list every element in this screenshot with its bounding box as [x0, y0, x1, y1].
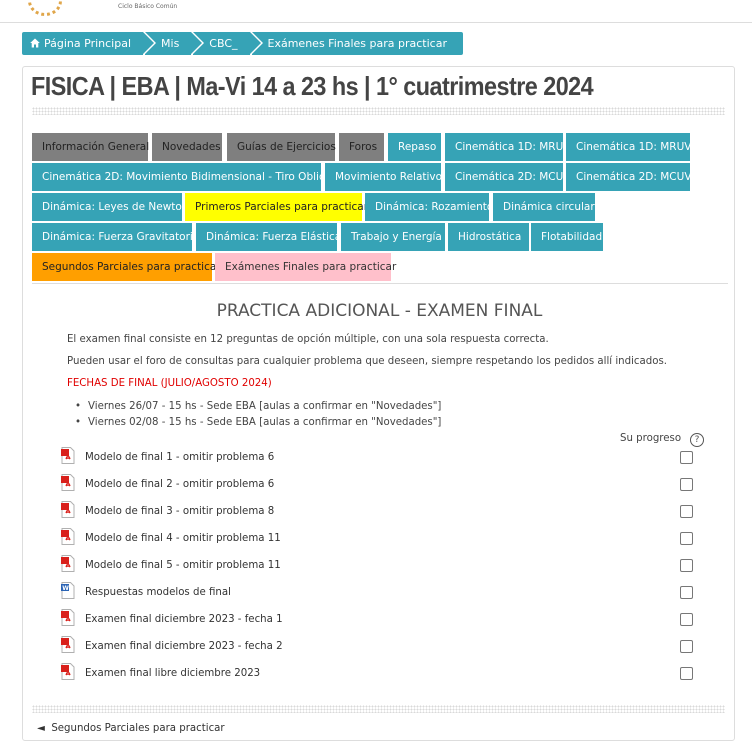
course-content: FISICA | EBA | Ma-Vi 14 a 23 hs | 1° cua… [22, 66, 735, 741]
breadcrumb-cbc-label: CBC_ [209, 37, 238, 50]
site-header: Ciclo Básico Común [0, 0, 752, 23]
tab-dinamica-circular[interactable]: Dinámica circular [493, 193, 595, 221]
completion-checkbox[interactable] [680, 586, 693, 599]
pdf-icon [61, 609, 75, 626]
help-icon[interactable]: ? [690, 433, 704, 447]
activity-name[interactable]: Respuestas modelos de final [85, 587, 231, 598]
prev-section-label: Segundos Parciales para practicar [51, 723, 225, 734]
tab-trabajo-energia[interactable]: Trabajo y Energía [341, 223, 445, 251]
completion-checkbox[interactable] [680, 559, 693, 572]
pdf-icon [61, 501, 75, 518]
activity-name[interactable]: Examen final diciembre 2023 - fecha 2 [85, 641, 283, 652]
tab-examenes-finales[interactable]: Exámenes Finales para practicar [215, 253, 396, 281]
tab-leyes-newton[interactable]: Dinámica: Leyes de Newton [32, 193, 189, 221]
completion-checkbox[interactable] [680, 640, 693, 653]
section-title: PRACTICA ADICIONAL - EXAMEN FINAL [216, 301, 543, 321]
breadcrumb-current-label: Exámenes Finales para practicar [267, 37, 447, 50]
tab-movimiento-relativo[interactable]: Movimiento Relativo [325, 163, 442, 191]
completion-checkbox[interactable] [680, 613, 693, 626]
pdf-icon [61, 663, 75, 680]
logo-subtitle: Ciclo Básico Común [118, 3, 178, 10]
completion-checkbox[interactable] [680, 532, 693, 545]
tab-label: Información General [42, 141, 150, 153]
tab-flotabilidad[interactable]: Flotabilidad [531, 223, 603, 251]
tab-label: Guías de Ejercicios [237, 141, 336, 153]
tab-cinematica-mru[interactable]: Cinemática 1D: MRU [445, 133, 563, 161]
pdf-icon [61, 555, 75, 572]
activity-name[interactable]: Modelo de final 1 - omitir problema 6 [85, 452, 274, 463]
tab-guias[interactable]: Guías de Ejercicios [227, 133, 336, 161]
pdf-icon [61, 447, 75, 464]
tab-segundos-parciales[interactable]: Segundos Parciales para practicar [32, 253, 221, 281]
activity-name[interactable]: Modelo de final 2 - omitir problema 6 [85, 479, 274, 490]
breadcrumb-home[interactable]: Página Principal [22, 32, 157, 55]
date-item: Viernes 02/08 - 15 hs - Sede EBA [aulas … [75, 417, 441, 428]
activity-name[interactable]: Examen final diciembre 2023 - fecha 1 [85, 614, 283, 625]
tab-primeros-parciales[interactable]: Primeros Parciales para practicar [185, 193, 368, 221]
home-icon [30, 38, 40, 48]
tab-hidrostatica[interactable]: Hidrostática [448, 223, 529, 251]
dotted-divider [32, 107, 725, 115]
activity-name[interactable]: Modelo de final 4 - omitir problema 11 [85, 533, 281, 544]
tab-repaso[interactable]: Repaso [388, 133, 441, 161]
tab-rozamiento[interactable]: Dinámica: Rozamiento [365, 193, 493, 221]
tab-cinematica-mcuv[interactable]: Cinemática 2D: MCUV [566, 163, 692, 191]
completion-checkbox[interactable] [680, 451, 693, 464]
tab-tiro-oblicuo[interactable]: Cinemática 2D: Movimiento Bidimensional … [32, 163, 338, 191]
prev-section-link[interactable]: ◄ Segundos Parciales para practicar [37, 723, 225, 734]
tab-novedades[interactable]: Novedades [152, 133, 222, 161]
tab-foros[interactable]: Foros [339, 133, 384, 161]
dates-heading: FECHAS DE FINAL (JULIO/AGOSTO 2024) [67, 378, 272, 389]
date-item: Viernes 26/07 - 15 hs - Sede EBA [aulas … [75, 401, 441, 412]
dotted-divider [32, 705, 725, 713]
activity-name[interactable]: Modelo de final 5 - omitir problema 11 [85, 560, 281, 571]
tab-label: Foros [349, 141, 378, 153]
breadcrumb-home-label: Página Principal [44, 37, 132, 50]
activity-name[interactable]: Modelo de final 3 - omitir problema 8 [85, 506, 274, 517]
svg-text:W: W [62, 585, 69, 592]
word-doc-icon: W [61, 582, 75, 599]
progress-label: Su progreso [620, 433, 682, 444]
university-logo[interactable] [28, 0, 62, 16]
section-summary-line2: Pueden usar el foro de consultas para cu… [67, 356, 668, 367]
tab-label: Novedades [162, 141, 221, 153]
pdf-icon [61, 636, 75, 653]
completion-checkbox[interactable] [680, 667, 693, 680]
breadcrumb-mis-label: Mis [161, 37, 180, 50]
tab-cinematica-mruv[interactable]: Cinemática 1D: MRUV [566, 133, 691, 161]
section-summary-line1: El examen final consiste en 12 preguntas… [67, 334, 549, 345]
tab-cinematica-mcu[interactable]: Cinemática 2D: MCU [445, 163, 563, 191]
tab-fuerza-gravitatoria[interactable]: Dinámica: Fuerza Gravitatoria [32, 223, 199, 251]
breadcrumb-current[interactable]: Exámenes Finales para practicar [251, 32, 463, 55]
completion-checkbox[interactable] [680, 505, 693, 518]
breadcrumb: Página Principal Mis CBC_ Exámenes Final… [22, 32, 465, 55]
pdf-icon [61, 528, 75, 545]
completion-checkbox[interactable] [680, 478, 693, 491]
pdf-icon [61, 474, 75, 491]
tabs-divider [32, 283, 728, 284]
page-title: FISICA | EBA | Ma-Vi 14 a 23 hs | 1° cua… [31, 71, 594, 101]
tab-informacion-general[interactable]: Información General [32, 133, 150, 161]
tab-fuerza-elastica[interactable]: Dinámica: Fuerza Elástica [196, 223, 341, 251]
activity-name[interactable]: Examen final libre diciembre 2023 [85, 668, 260, 679]
